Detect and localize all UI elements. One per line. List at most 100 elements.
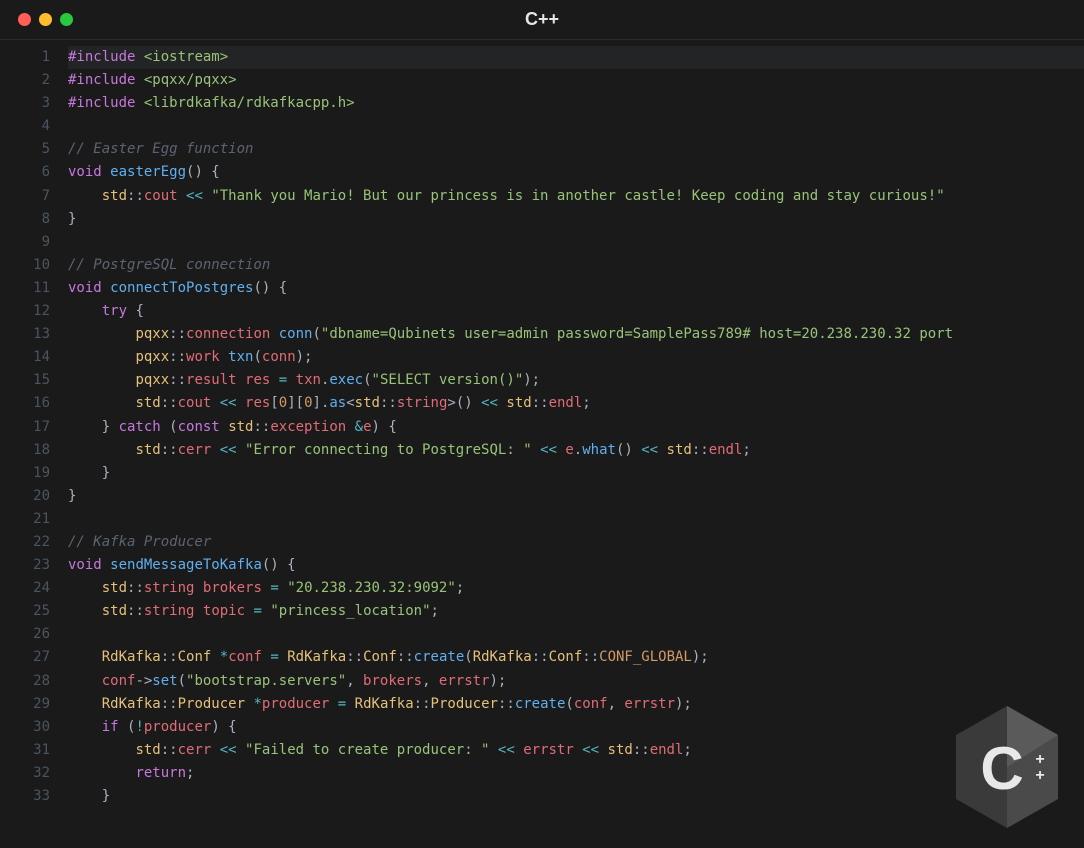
token-pun [68,577,102,600]
code-line[interactable]: } catch (const std::exception &e) { [68,416,1084,439]
token-var: endl [650,739,684,762]
token-pun: :: [498,693,515,716]
token-pun [237,739,245,762]
code-line[interactable]: RdKafka::Conf *conf = RdKafka::Conf::cre… [68,646,1084,669]
code-line[interactable]: if (!producer) { [68,716,1084,739]
code-line[interactable]: std::cerr << "Error connecting to Postgr… [68,439,1084,462]
line-number: 28 [0,670,50,693]
token-pun: >() [447,392,481,415]
token-pun [262,577,270,600]
token-pun [68,300,102,323]
line-number: 14 [0,346,50,369]
line-number: 22 [0,531,50,554]
code-line[interactable] [68,508,1084,531]
token-pun [237,439,245,462]
token-pun: ( [253,346,261,369]
close-icon[interactable] [18,13,31,26]
window-controls [18,13,73,26]
code-line[interactable]: std::cerr << "Failed to create producer:… [68,739,1084,762]
token-op: = [338,693,346,716]
code-line[interactable]: // PostgreSQL connection [68,254,1084,277]
code-line[interactable]: void easterEgg() { [68,161,1084,184]
code-line[interactable]: pqxx::connection conn("dbname=Qubinets u… [68,323,1084,346]
code-line[interactable] [68,115,1084,138]
line-number: 6 [0,161,50,184]
token-pun [245,600,253,623]
code-line[interactable] [68,623,1084,646]
code-line[interactable]: } [68,462,1084,485]
code-line[interactable]: #include <pqxx/pqxx> [68,69,1084,92]
code-line[interactable]: conf->set("bootstrap.servers", brokers, … [68,670,1084,693]
token-pun: } [68,416,119,439]
token-pun: :: [414,693,431,716]
code-line[interactable]: pqxx::result res = txn.exec("SELECT vers… [68,369,1084,392]
window-title: C++ [525,5,559,35]
code-line[interactable]: RdKafka::Producer *producer = RdKafka::P… [68,693,1084,716]
code-line[interactable]: return; [68,762,1084,785]
code-line[interactable] [68,231,1084,254]
code-line[interactable]: std::string topic = "princess_location"; [68,600,1084,623]
token-pun [135,46,143,69]
token-pp: #include [68,92,135,115]
token-pun [178,185,186,208]
logo-suffix-top: + [1035,751,1044,768]
token-op: << [220,439,237,462]
code-area[interactable]: #include <iostream>#include <pqxx/pqxx>#… [68,46,1084,808]
line-number: 10 [0,254,50,277]
token-pun [329,693,337,716]
code-line[interactable]: // Easter Egg function [68,138,1084,161]
line-number: 30 [0,716,50,739]
token-pun: :: [161,392,178,415]
token-pun: :: [169,369,186,392]
token-pun: , [346,670,363,693]
token-op: * [220,646,228,669]
token-typ: void [68,277,102,300]
token-var: e [363,416,371,439]
token-ns: std [135,439,160,462]
token-pun: :: [169,346,186,369]
logo-letter: C [980,735,1023,802]
code-line[interactable]: #include <librdkafka/rdkafkacpp.h> [68,92,1084,115]
code-line[interactable]: std::cout << res[0][0].as<std::string>()… [68,392,1084,415]
minimize-icon[interactable] [39,13,52,26]
token-ns: std [506,392,531,415]
code-line[interactable]: void connectToPostgres() { [68,277,1084,300]
code-line[interactable]: pqxx::work txn(conn); [68,346,1084,369]
token-inc: <iostream> [144,46,228,69]
token-str: "dbname=Qubinets user=admin password=Sam… [321,323,953,346]
code-line[interactable]: void sendMessageToKafka() { [68,554,1084,577]
code-line[interactable]: // Kafka Producer [68,531,1084,554]
token-cmt: // Easter Egg function [68,138,253,161]
code-line[interactable]: std::string brokers = "20.238.230.32:909… [68,577,1084,600]
token-op: = [270,577,278,600]
token-op: << [540,439,557,462]
maximize-icon[interactable] [60,13,73,26]
token-pun [270,323,278,346]
token-pun [237,392,245,415]
token-pun [211,739,219,762]
token-pun: . [574,439,582,462]
line-number: 32 [0,762,50,785]
token-cmt: // PostgreSQL connection [68,254,270,277]
line-number: 13 [0,323,50,346]
code-line[interactable]: #include <iostream> [68,46,1084,69]
token-op: << [220,392,237,415]
token-str: "bootstrap.servers" [186,670,346,693]
token-var: errstr [439,670,490,693]
token-pun [68,646,102,669]
token-str: "Failed to create producer: " [245,739,489,762]
token-var: conf [228,646,262,669]
token-kw: return [135,762,186,785]
token-pun: < [346,392,354,415]
token-pun: ) { [211,716,236,739]
code-line[interactable]: std::cout << "Thank you Mario! But our p… [68,185,1084,208]
code-line[interactable]: } [68,485,1084,508]
code-line[interactable]: } [68,208,1084,231]
code-line[interactable]: } [68,785,1084,808]
token-pun [68,762,135,785]
token-ns: Producer [431,693,498,716]
code-line[interactable]: try { [68,300,1084,323]
token-pun: :: [532,392,549,415]
token-pun [68,323,135,346]
code-editor[interactable]: 1234567891011121314151617181920212223242… [0,40,1084,808]
